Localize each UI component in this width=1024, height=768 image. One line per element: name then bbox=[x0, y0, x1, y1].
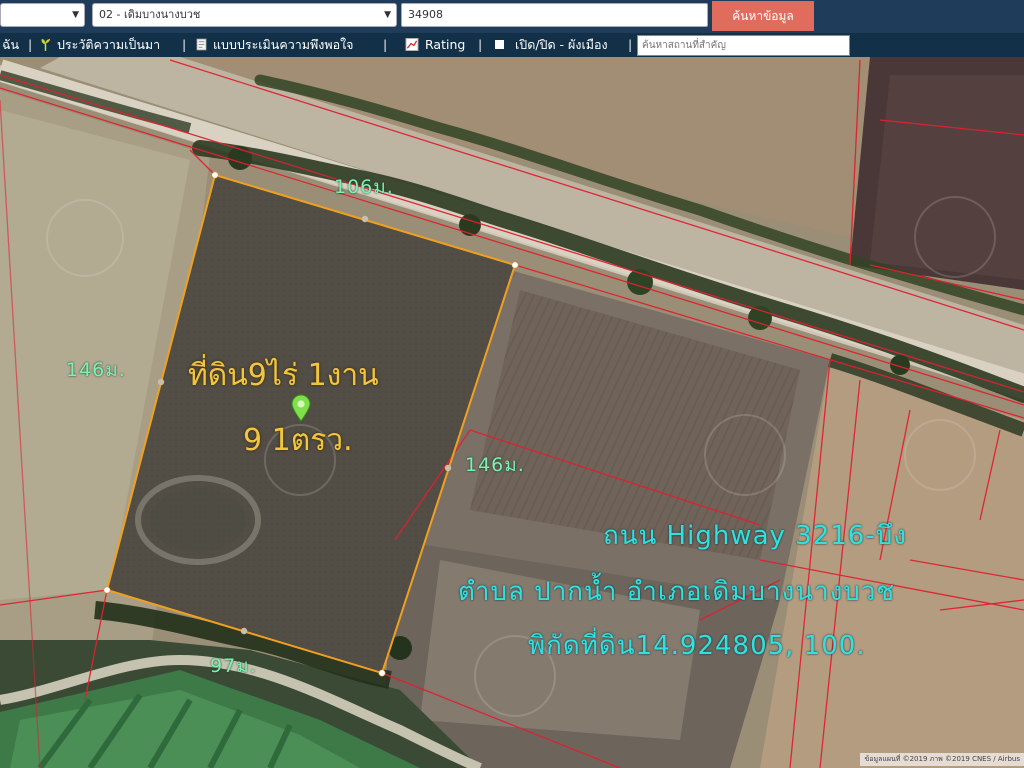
menu-separator: | bbox=[182, 37, 187, 52]
menu-separator: | bbox=[628, 37, 633, 52]
satellite-image bbox=[0, 57, 1024, 768]
history-icon bbox=[41, 39, 51, 51]
parcel-number-value: 34908 bbox=[408, 8, 443, 21]
chevron-down-icon: ▼ bbox=[384, 10, 391, 20]
menu-item-survey[interactable]: แบบประเมินความพึงพอใจ bbox=[196, 33, 354, 57]
menu-item-toggle-zoning[interactable]: เปิด/ปิด - ผังเมือง bbox=[495, 33, 608, 57]
survey-icon bbox=[196, 38, 207, 51]
menu-item-history[interactable]: ประวัติความเป็นมา bbox=[40, 33, 160, 57]
checkbox-icon[interactable] bbox=[495, 40, 504, 49]
location-info-label: ตำบล ปากน้ำ อำเภอเดิมบางนางบวช bbox=[458, 577, 896, 607]
menu-item-toggle-zoning-label: เปิด/ปิด - ผังเมือง bbox=[515, 37, 608, 52]
menu-separator: | bbox=[478, 37, 483, 52]
map-view[interactable]: 106ม. 146ม. 146ม. 97ม. ที่ดิน9ไร่ 1งาน 9… bbox=[0, 57, 1024, 768]
land-area-label: ที่ดิน9ไร่ 1งาน bbox=[188, 358, 379, 393]
rating-icon bbox=[405, 38, 419, 51]
search-bar: ▼ 02 - เดิมบางนางบวช ▼ 34908 ค้นหาข้อมูล bbox=[0, 0, 1024, 33]
road-info-label: ถนน Highway 3216-บึง bbox=[603, 521, 907, 551]
province-select[interactable]: ▼ bbox=[0, 3, 85, 27]
menu-item-rating-label: Rating bbox=[425, 37, 466, 52]
measure-bottom-label: 97ม. bbox=[210, 655, 257, 677]
menu-bar: ฉัน | ประวัติความเป็นมา | แบบประเมินความ… bbox=[0, 33, 1024, 57]
district-select[interactable]: 02 - เดิมบางนางบวช ▼ bbox=[92, 3, 397, 27]
search-button[interactable]: ค้นหาข้อมูล bbox=[712, 1, 814, 31]
measure-left-label: 146ม. bbox=[66, 359, 126, 381]
map-attribution: ข้อมูลแผนที่ ©2019 ภาพ ©2019 CNES / Airb… bbox=[860, 753, 1024, 766]
menu-separator: | bbox=[28, 37, 33, 52]
measure-top-label: 106ม. bbox=[334, 176, 394, 198]
menu-item-history-label: ประวัติความเป็นมา bbox=[57, 37, 161, 52]
district-select-value: 02 - เดิมบางนางบวช bbox=[99, 8, 201, 21]
place-search-input[interactable] bbox=[637, 35, 850, 56]
menu-separator: | bbox=[383, 37, 388, 52]
menu-item-survey-label: แบบประเมินความพึงพอใจ bbox=[213, 37, 354, 52]
measure-right-label: 146ม. bbox=[465, 454, 525, 476]
coords-info-label: พิกัดที่ดิน14.924805, 100. bbox=[528, 631, 866, 661]
parcel-number-input[interactable]: 34908 bbox=[401, 3, 708, 27]
land-area-label-2: 9 1ตรว. bbox=[243, 423, 353, 458]
chevron-down-icon: ▼ bbox=[72, 10, 79, 20]
menu-item-rating[interactable]: Rating bbox=[405, 33, 465, 57]
menu-item-first[interactable]: ฉัน bbox=[2, 33, 19, 57]
